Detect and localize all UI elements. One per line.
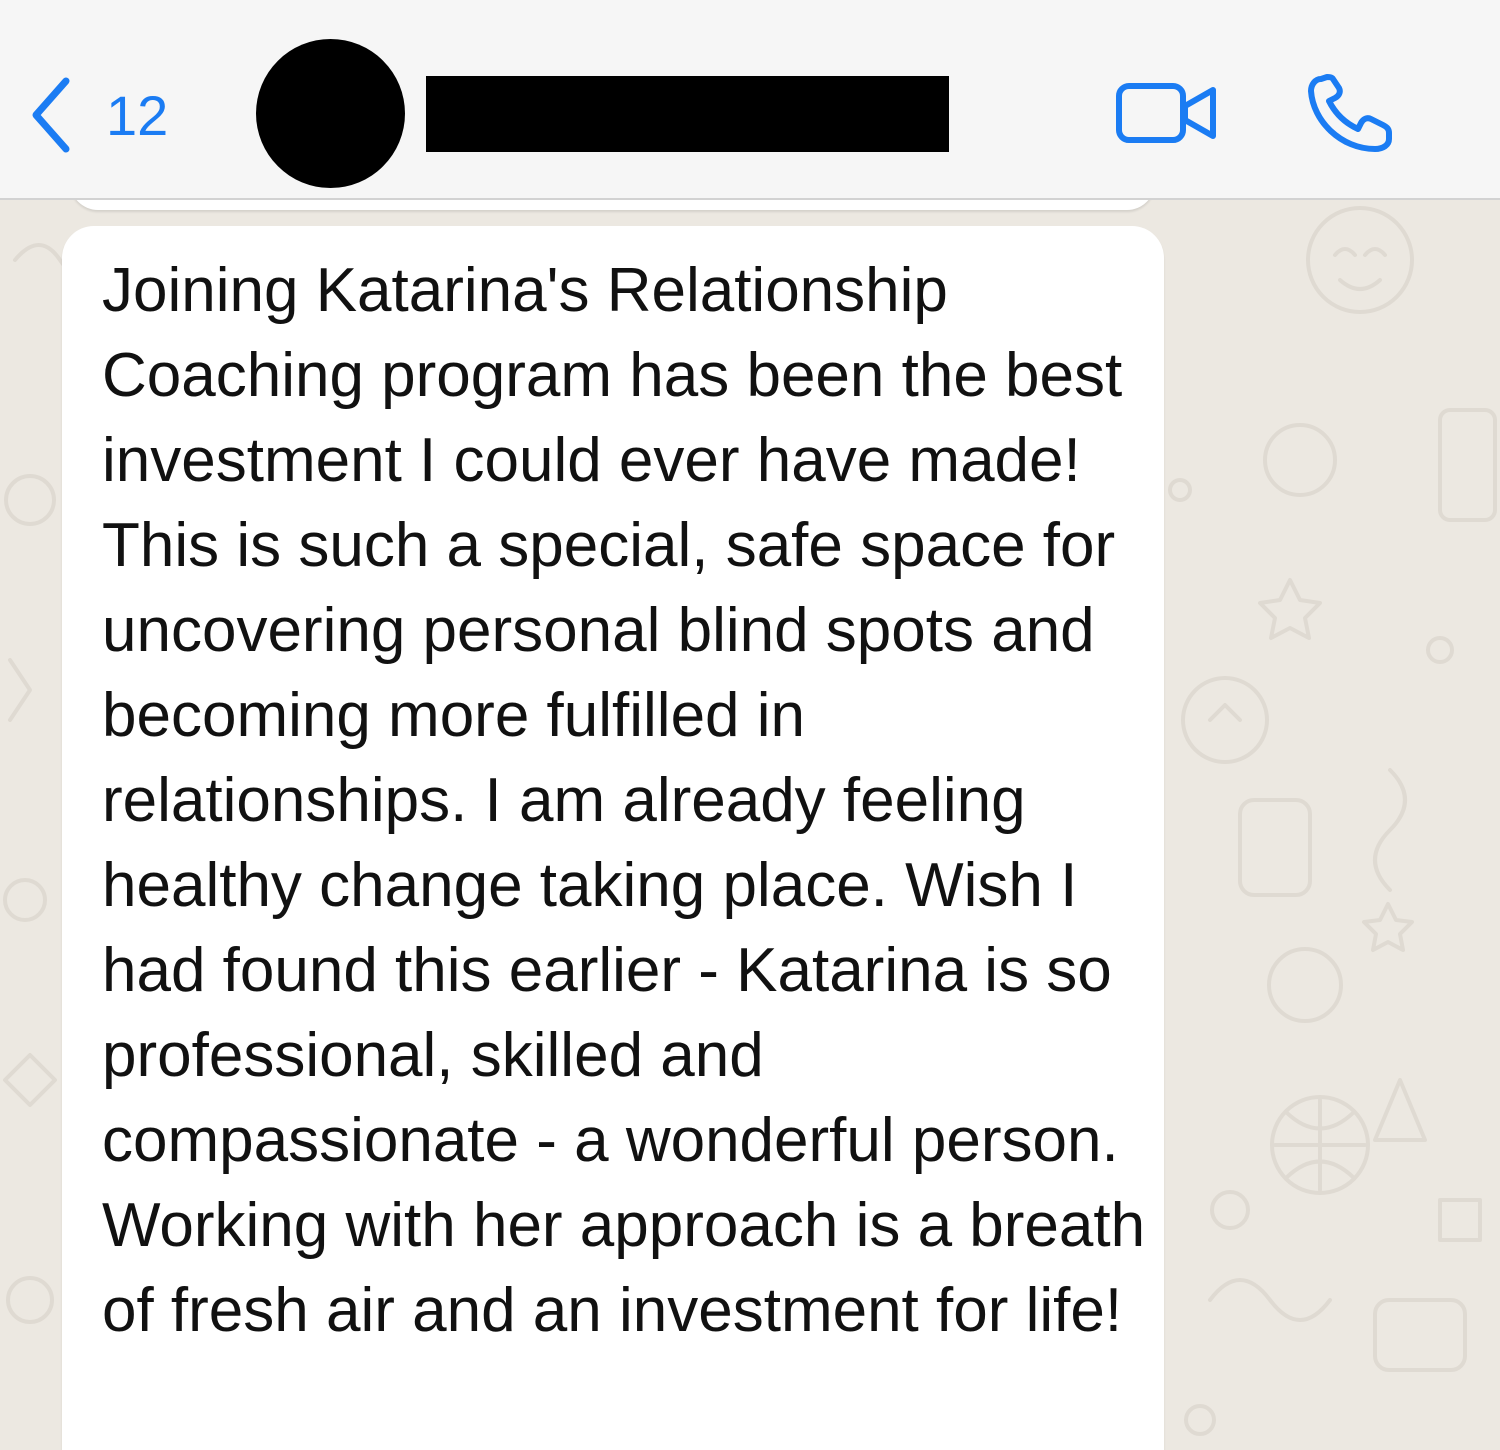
- message-text: Joining Katarina's Relationship Coaching…: [102, 256, 1146, 1345]
- contact-name[interactable]: [426, 76, 949, 152]
- avatar[interactable]: [256, 39, 405, 188]
- back-button[interactable]: 12: [28, 70, 168, 160]
- chat-header: 12: [0, 0, 1500, 200]
- video-call-button[interactable]: [1115, 80, 1220, 151]
- chat-area[interactable]: Joining Katarina's Relationship Coaching…: [0, 200, 1500, 1450]
- previous-message-bubble: [70, 200, 1155, 210]
- phone-icon: [1308, 74, 1392, 152]
- chevron-left-icon: [32, 77, 70, 153]
- video-camera-icon: [1116, 83, 1216, 143]
- unread-count: 12: [106, 83, 169, 147]
- voice-call-button[interactable]: [1305, 73, 1397, 160]
- message-bubble[interactable]: Joining Katarina's Relationship Coaching…: [62, 226, 1164, 1450]
